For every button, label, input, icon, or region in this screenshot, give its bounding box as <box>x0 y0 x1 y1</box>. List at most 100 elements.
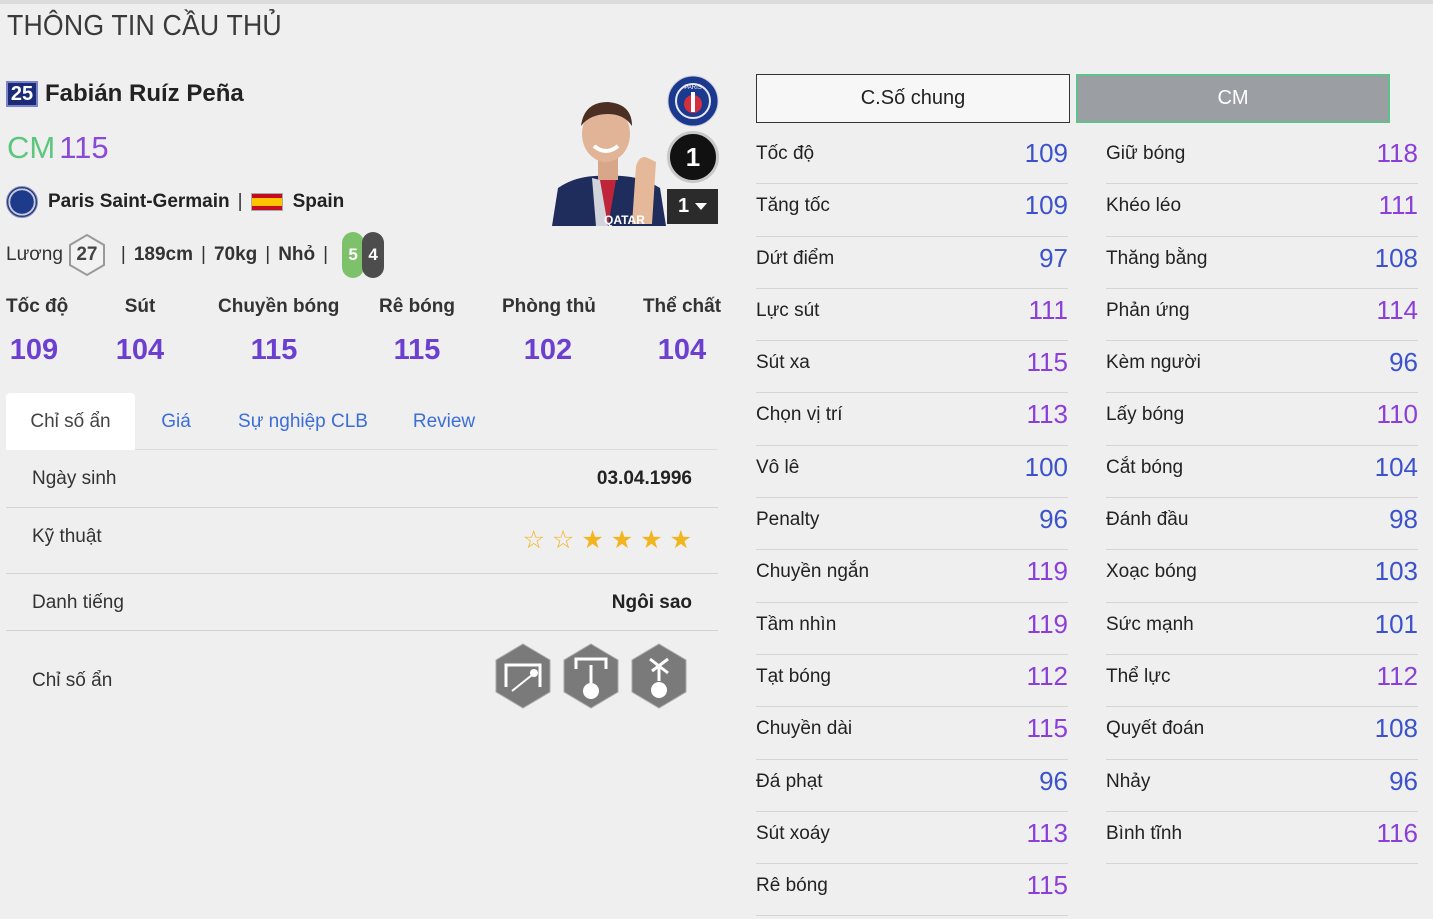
nation-name[interactable]: Spain <box>293 191 345 213</box>
attribute-row: Bình tĩnh 116 <box>1106 812 1418 865</box>
attribute-row: Xoạc bóng 103 <box>1106 550 1418 603</box>
player-position: CM <box>7 130 56 165</box>
attribute-name: Khéo léo <box>1106 195 1182 217</box>
attribute-value: 96 <box>1389 347 1418 378</box>
attribute-value: 97 <box>1039 242 1068 273</box>
attribute-value: 111 <box>1378 190 1418 221</box>
trait-icons <box>494 643 688 709</box>
tab-review[interactable]: Review <box>402 393 486 450</box>
attribute-value: 100 <box>1024 451 1068 482</box>
summary-stat-value: 115 <box>250 334 298 366</box>
attribute-value: 118 <box>1376 138 1418 168</box>
attribute-row: Sức mạnh 101 <box>1106 603 1418 655</box>
skill-label: Kỹ thuật <box>32 526 102 547</box>
attribute-value: 113 <box>1026 817 1068 848</box>
attribute-row: Penalty 96 <box>756 498 1068 551</box>
player-ovr: 115 <box>59 130 109 165</box>
summary-stat-value: 104 <box>115 334 165 366</box>
attribute-name: Lực sút <box>756 299 820 321</box>
svg-text:QATAR: QATAR <box>604 213 645 226</box>
attribute-name: Giữ bóng <box>1106 143 1186 164</box>
attribute-row: Lấy bóng 110 <box>1106 393 1418 446</box>
attribute-name: Vô lê <box>756 456 800 478</box>
summary-stat: Rê bóng 115 <box>376 296 458 367</box>
foot-rating: 5 4 <box>342 232 385 278</box>
traits-label: Chỉ số ẩn <box>32 670 113 691</box>
tab-position-stats[interactable]: CM <box>1076 74 1390 123</box>
long-shot-taker-icon[interactable] <box>494 643 552 709</box>
attribute-name: Chọn vị trí <box>756 404 843 426</box>
star-filled-icon: ★ <box>669 526 692 554</box>
skill-stars: ☆ ☆ ★ ★ ★ ★ <box>522 528 692 553</box>
attribute-name: Sức mạnh <box>1106 613 1194 635</box>
attribute-value: 109 <box>1024 138 1068 168</box>
tab-club-career[interactable]: Sự nghiệp CLB <box>228 393 378 450</box>
attribute-row: Sút xoáy 113 <box>756 812 1068 865</box>
attribute-name: Tăng tốc <box>756 195 830 217</box>
summary-stat-label: Sút <box>124 296 156 317</box>
attribute-value: 96 <box>1389 765 1418 796</box>
summary-stat-label: Phòng thủ <box>502 296 596 317</box>
summary-stat: Thể chất 104 <box>642 296 722 367</box>
attribute-value: 108 <box>1374 713 1418 744</box>
summary-stat-value: 104 <box>657 334 707 366</box>
attribute-name: Sút xoáy <box>756 822 830 844</box>
attribute-row: Tầm nhìn 119 <box>756 603 1068 655</box>
summary-stat: Phòng thủ 102 <box>502 296 596 367</box>
attribute-name: Thể lực <box>1106 665 1171 687</box>
attribute-name: Thăng bằng <box>1106 247 1208 269</box>
attribute-value: 96 <box>1039 504 1068 535</box>
psg-club-badge-icon: PARIS <box>667 75 719 127</box>
info-row-birth: Ngày sinh 03.04.1996 <box>6 450 718 508</box>
attribute-row: Cắt bóng 104 <box>1106 446 1418 499</box>
summary-stat-label: Rê bóng <box>379 296 455 317</box>
player-photo: QATAR <box>548 96 668 226</box>
star-outline-icon: ☆ <box>551 526 575 554</box>
attribute-name: Chuyền dài <box>756 718 853 740</box>
attribute-row: Sút xa 115 <box>756 341 1068 394</box>
attribute-row: Tạt bóng 112 <box>756 655 1068 708</box>
enhance-level-dropdown[interactable]: 1 <box>667 189 718 224</box>
salary-badge: 27 <box>67 233 107 277</box>
left-foot-rating: 5 <box>342 232 365 278</box>
summary-stat-label: Tốc độ <box>6 296 69 317</box>
tab-price[interactable]: Giá <box>146 393 206 450</box>
attribute-row: Đá phạt 96 <box>756 760 1068 812</box>
club-name[interactable]: Paris Saint-Germain <box>48 191 230 213</box>
attribute-value: 98 <box>1389 504 1418 535</box>
attribute-row: Chuyền ngắn 119 <box>756 550 1068 603</box>
attribute-name: Quyết đoán <box>1106 718 1205 740</box>
star-filled-icon: ★ <box>581 526 604 554</box>
attribute-row: Vô lê 100 <box>756 446 1068 499</box>
attribute-value: 119 <box>1026 608 1068 639</box>
attribute-name: Đá phạt <box>756 770 823 792</box>
separator: | <box>237 191 243 212</box>
attribute-row: Tăng tốc 109 <box>756 184 1068 237</box>
power-header-icon[interactable] <box>562 643 620 709</box>
tab-hidden-stats[interactable]: Chỉ số ẩn <box>6 393 135 450</box>
tab-general-stats[interactable]: C.Số chung <box>756 74 1070 123</box>
summary-stat-value: 115 <box>393 334 441 366</box>
summary-stat-value: 102 <box>523 334 573 366</box>
attribute-value: 113 <box>1026 399 1068 430</box>
attribute-name: Bình tĩnh <box>1106 822 1183 844</box>
summary-stat-label: Thể chất <box>642 296 722 317</box>
summary-stat: Chuyền bóng 115 <box>218 296 339 367</box>
attribute-row: Giữ bóng 118 <box>1106 132 1418 185</box>
attribute-value: 111 <box>1028 294 1068 325</box>
body-type-value: Nhỏ <box>278 244 316 265</box>
reputation-label: Danh tiếng <box>32 592 124 613</box>
attribute-name: Đánh đầu <box>1106 509 1189 531</box>
page-title: THÔNG TIN CẦU THỦ <box>7 10 282 42</box>
enhance-level-value: 1 <box>677 195 690 217</box>
attribute-value: 119 <box>1026 556 1068 587</box>
info-row-reputation: Danh tiếng Ngôi sao <box>6 574 718 631</box>
attribute-value: 115 <box>1026 870 1068 901</box>
attribute-name: Kèm người <box>1106 352 1201 374</box>
attribute-value: 103 <box>1374 556 1418 587</box>
flair-icon[interactable] <box>630 643 688 709</box>
attribute-name: Cắt bóng <box>1106 456 1184 478</box>
attribute-row: Thể lực 112 <box>1106 655 1418 708</box>
player-name-row: 25 Fabián Ruíz Peña <box>6 80 244 108</box>
attribute-name: Tạt bóng <box>756 665 831 687</box>
